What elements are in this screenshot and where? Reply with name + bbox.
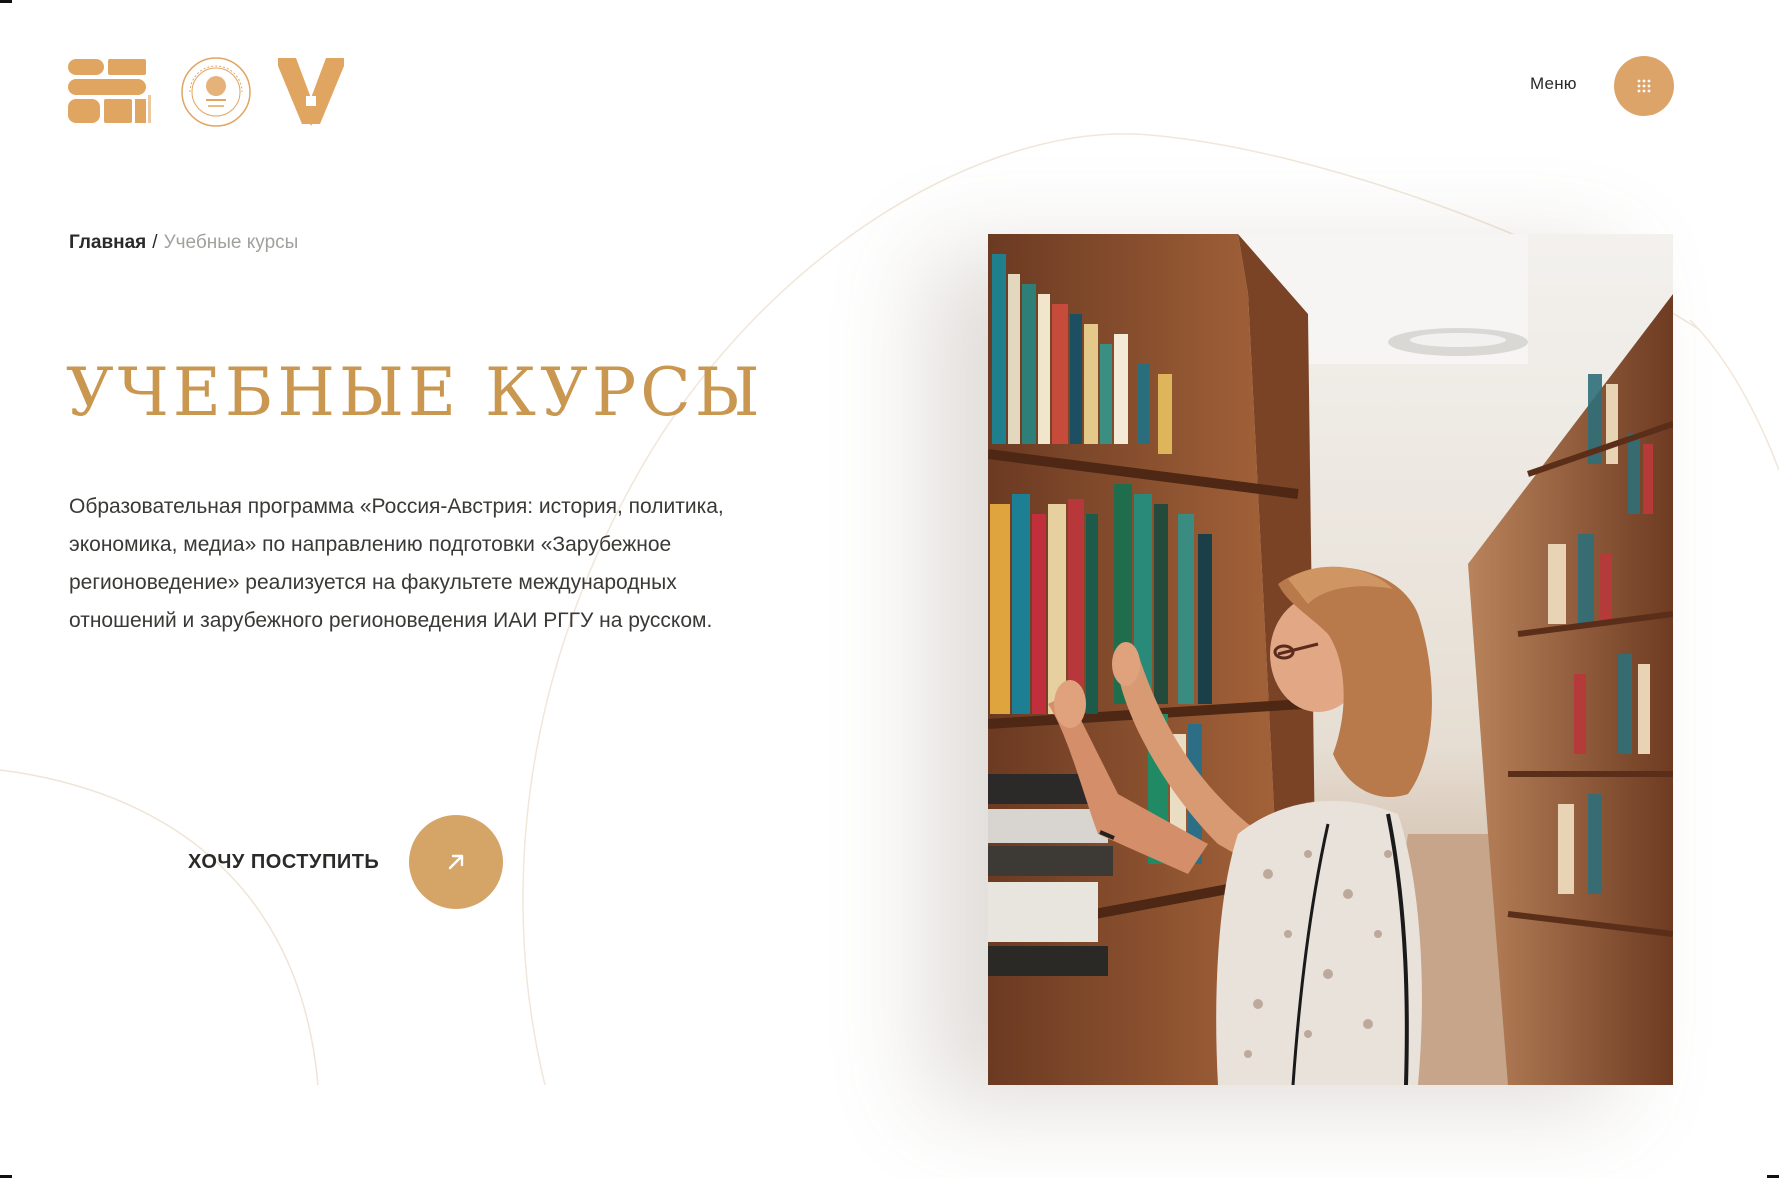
breadcrumb: Главная / Учебные курсы: [69, 232, 298, 254]
corner-mark: [0, 0, 12, 3]
library-photo: [988, 234, 1673, 1085]
apply-button[interactable]: [409, 815, 504, 909]
institute-a-logo[interactable]: [278, 58, 344, 126]
menu-button[interactable]: [1614, 56, 1674, 116]
arrow-up-right-icon: [449, 854, 464, 870]
breadcrumb-separator: /: [152, 232, 158, 253]
menu-label[interactable]: Меню: [1530, 74, 1577, 94]
program-logo[interactable]: [68, 59, 154, 125]
rggu-seal-logo[interactable]: [180, 56, 252, 128]
library-photo-illustration: [988, 234, 1673, 1085]
program-description: Образовательная программа «Россия-Австри…: [69, 495, 724, 632]
grid-dots-icon: [1637, 79, 1651, 93]
header-logos: [68, 56, 344, 128]
apply-cta-label[interactable]: ХОЧУ ПОСТУПИТЬ: [188, 851, 379, 874]
breadcrumb-home-link[interactable]: Главная: [69, 232, 146, 253]
page-title: УЧЕБНЫЕ КУРСЫ: [66, 354, 764, 431]
breadcrumb-current: Учебные курсы: [163, 232, 299, 253]
apply-cta[interactable]: ХОЧУ ПОСТУПИТЬ: [188, 815, 504, 909]
